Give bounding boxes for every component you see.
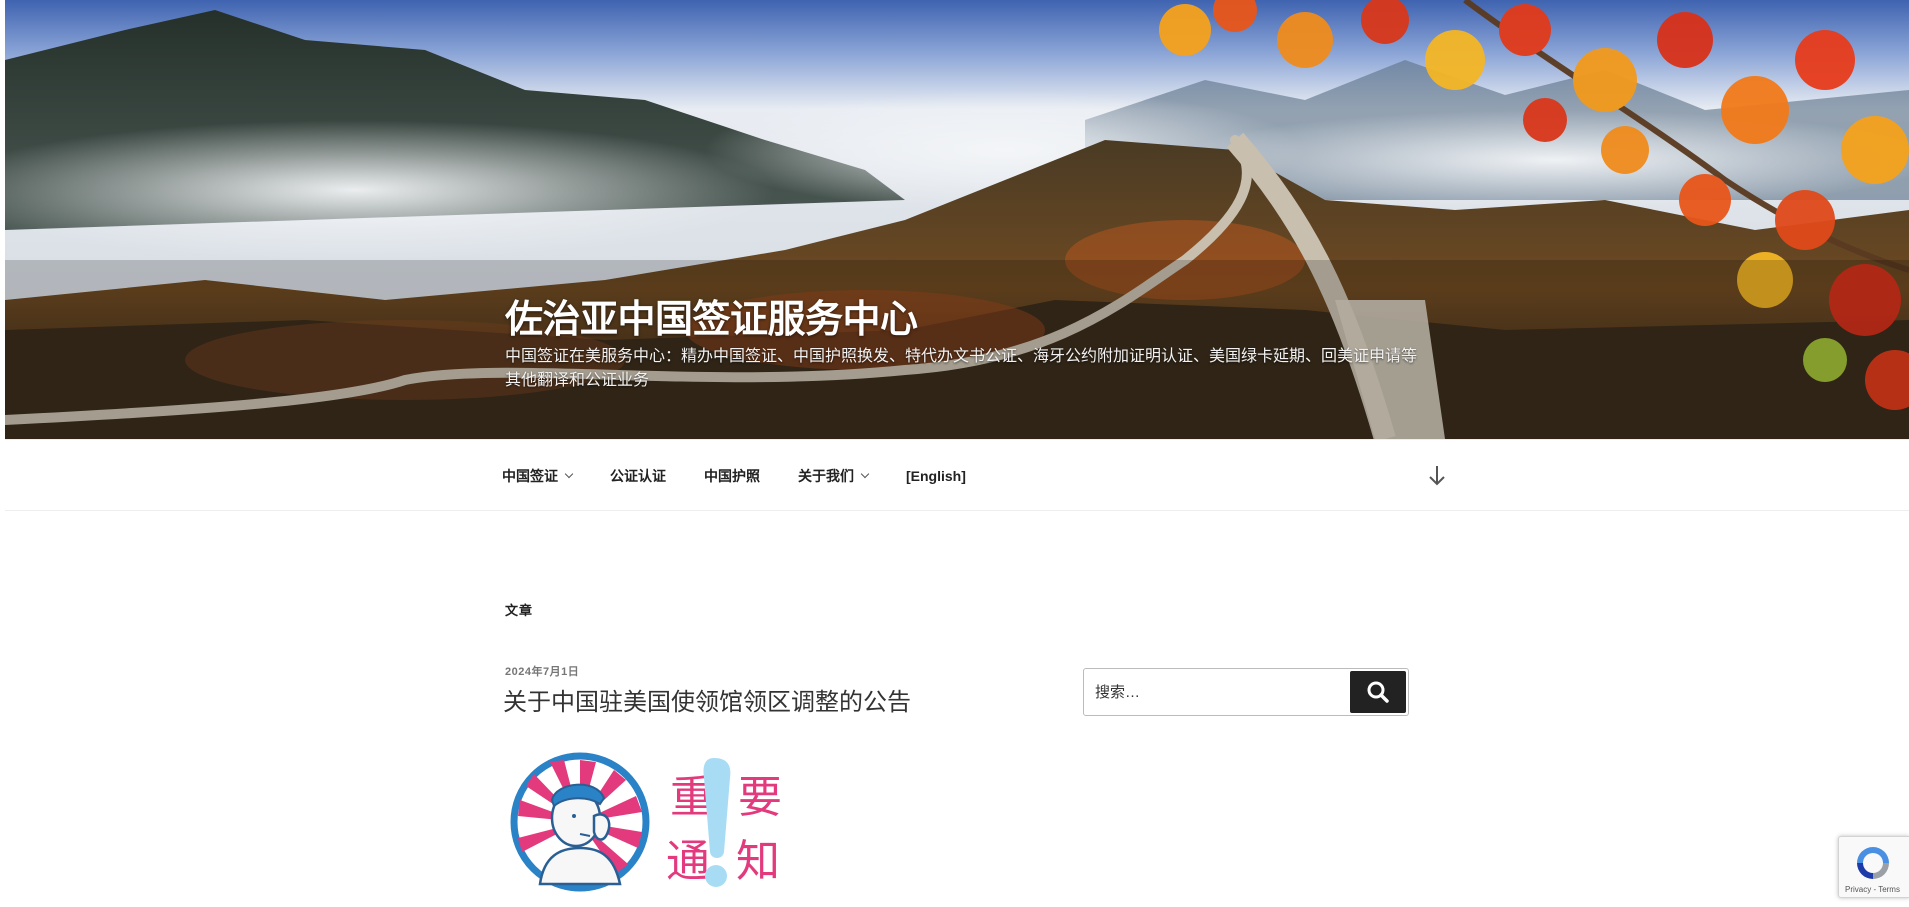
main-navigation: 中国签证 公证认证 中国护照 关于我们 [English]	[5, 439, 1909, 511]
search-button[interactable]	[1350, 671, 1406, 713]
recaptcha-badge[interactable]: Privacy - Terms	[1838, 836, 1909, 898]
nav-item-notarization[interactable]: 公证认证	[610, 466, 666, 486]
site-branding: 佐治亚中国签证服务中心 中国签证在美服务中心：精办中国签证、中国护照换发、特代办…	[505, 297, 1425, 393]
search-form	[1083, 668, 1409, 716]
nav-item-label: 关于我们	[798, 468, 854, 484]
notice-char-3: 通	[666, 836, 710, 887]
header-banner: 佐治亚中国签证服务中心 中国签证在美服务中心：精办中国签证、中国护照换发、特代办…	[5, 0, 1909, 439]
post-date[interactable]: 2024年7月1日	[505, 663, 579, 679]
nav-item-china-passport[interactable]: 中国护照	[704, 466, 760, 486]
nav-item-label: 中国护照	[704, 468, 760, 484]
notice-char-4: 知	[736, 836, 780, 887]
chevron-down-icon	[564, 469, 574, 479]
nav-item-english[interactable]: [English]	[906, 466, 966, 486]
nav-menu: 中国签证 公证认证 中国护照 关于我们 [English]	[502, 466, 1004, 486]
post-title[interactable]: 关于中国驻美国使领馆领区调整的公告	[503, 682, 911, 717]
chevron-down-icon	[860, 469, 870, 479]
important-notice-image[interactable]: 重 要 通 知	[510, 752, 790, 892]
site-description: 中国签证在美服务中心：精办中国签证、中国护照换发、特代办文书公证、海牙公约附加证…	[505, 348, 1418, 389]
nav-item-about-us[interactable]: 关于我们	[798, 466, 870, 486]
notice-char-2: 要	[738, 772, 782, 823]
nav-item-label: [English]	[906, 468, 966, 484]
nav-item-label: 中国签证	[502, 468, 558, 484]
nav-item-label: 公证认证	[610, 468, 666, 484]
arrow-down-icon[interactable]	[1425, 462, 1449, 490]
site-title[interactable]: 佐治亚中国签证服务中心	[505, 297, 1425, 343]
page-title: 文章	[505, 603, 534, 618]
nav-item-china-visa[interactable]: 中国签证	[502, 466, 574, 486]
search-icon	[1367, 681, 1389, 703]
search-input[interactable]	[1084, 669, 1350, 715]
recaptcha-icon	[1857, 847, 1889, 879]
recaptcha-links[interactable]: Privacy - Terms	[1845, 885, 1900, 894]
